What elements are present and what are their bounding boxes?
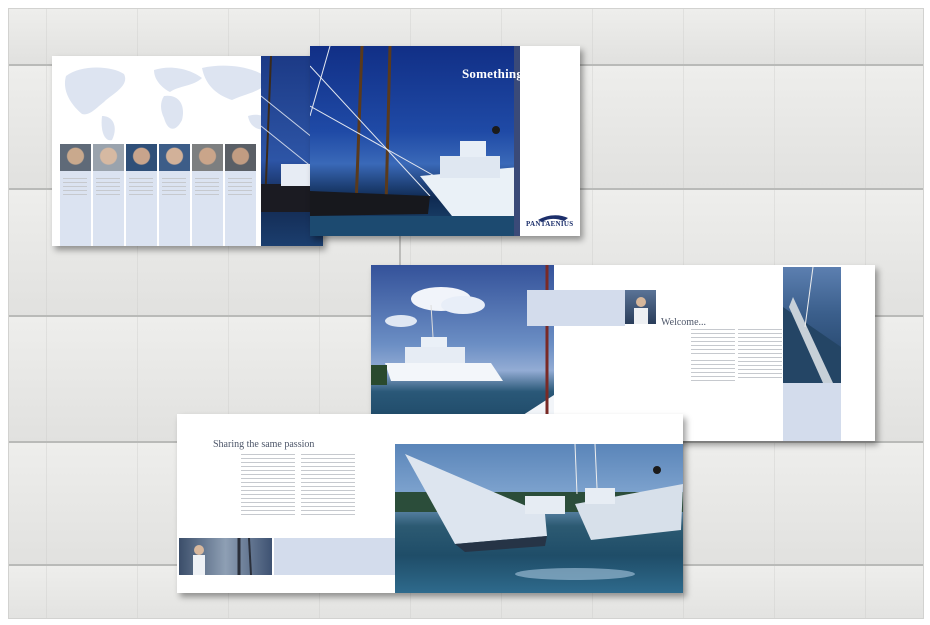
portrait-photo [192, 144, 223, 171]
sailing-deck-photo [783, 267, 841, 383]
spread-headline: Something special. [462, 66, 569, 81]
sharing-heading: Sharing the same passion [213, 439, 315, 450]
portrait-photo [126, 144, 157, 171]
portrait-photo [93, 144, 124, 171]
accent-block-right [783, 383, 841, 441]
bottom-spread: Sharing the same passion [177, 414, 683, 593]
portrait-photo [159, 144, 190, 171]
top-right-page: Something special. PANTAENIUS [310, 46, 580, 236]
twin-yachts-photo [395, 444, 683, 593]
crew-photo [179, 538, 272, 575]
welcome-text-column-2 [738, 329, 782, 381]
pantaenius-logo: PANTAENIUS [524, 212, 578, 232]
logo-text: PANTAENIUS [526, 220, 574, 228]
welcome-heading: Welcome... [661, 317, 707, 328]
sharing-text-column-2 [301, 454, 355, 518]
accent-block [527, 290, 625, 326]
captain-portrait-photo [625, 290, 656, 324]
portrait-photo [225, 144, 256, 171]
welcome-text-column-1 [691, 329, 735, 384]
top-left-page [52, 56, 323, 246]
portrait-photo [60, 144, 91, 171]
sharing-text-column-1 [241, 454, 295, 518]
